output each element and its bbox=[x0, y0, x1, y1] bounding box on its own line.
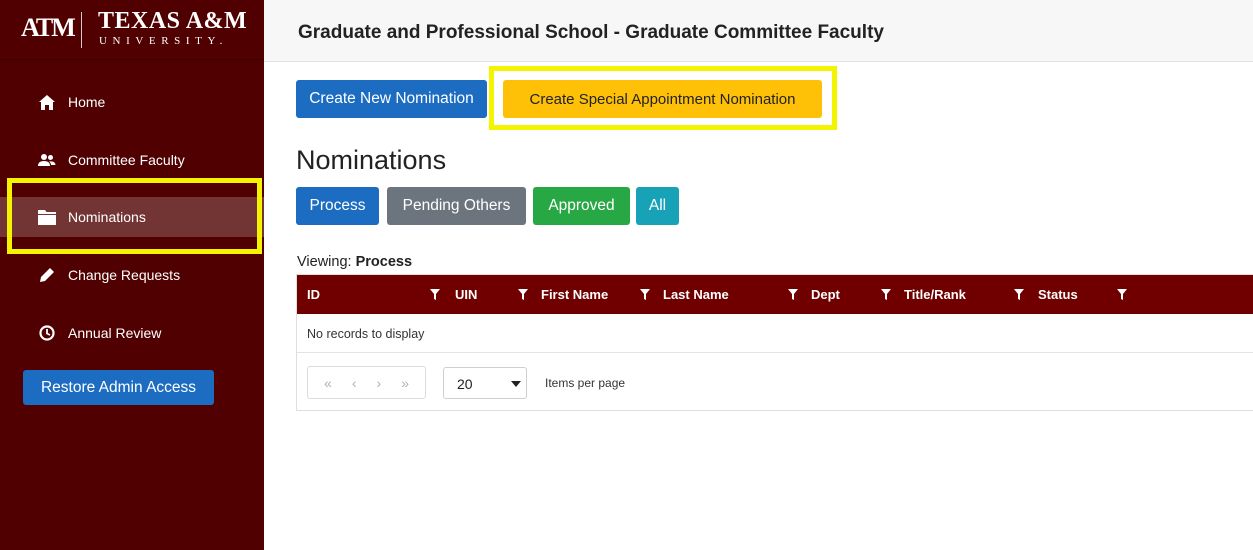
first-page-icon[interactable]: « bbox=[324, 375, 332, 391]
column-header-id[interactable]: ID bbox=[307, 287, 320, 302]
sidebar-item-label: Home bbox=[68, 94, 106, 110]
filter-all-button[interactable]: All bbox=[636, 187, 679, 225]
page-title: Nominations bbox=[296, 145, 447, 175]
page-size-select[interactable]: 20 bbox=[443, 367, 527, 399]
column-header-title-rank[interactable]: Title/Rank bbox=[904, 287, 966, 302]
filter-icon[interactable] bbox=[1014, 288, 1024, 300]
clock-icon bbox=[38, 324, 56, 342]
grid-header: ID UIN First Name Last Name Dept Title/R… bbox=[297, 275, 1253, 314]
column-header-first-name[interactable]: First Name bbox=[541, 287, 608, 302]
pager-nav-buttons: « ‹ › » bbox=[307, 366, 426, 399]
previous-page-icon[interactable]: ‹ bbox=[352, 375, 357, 391]
column-header-uin[interactable]: UIN bbox=[455, 287, 477, 302]
viewing-label: Viewing: Process bbox=[297, 254, 412, 270]
filter-pending-others-button[interactable]: Pending Others bbox=[387, 187, 526, 225]
logo-divider bbox=[81, 12, 82, 48]
sidebar-item-committee-faculty[interactable]: Committee Faculty bbox=[0, 140, 264, 180]
nominations-highlight-box bbox=[7, 178, 262, 254]
last-page-icon[interactable]: » bbox=[401, 375, 409, 391]
sidebar: ATM TEXAS A&M UNIVERSITY. Home Committee… bbox=[0, 0, 264, 550]
next-page-icon[interactable]: › bbox=[377, 375, 382, 391]
filter-icon[interactable] bbox=[430, 288, 440, 300]
home-icon bbox=[38, 93, 56, 111]
items-per-page-label: Items per page bbox=[545, 376, 626, 390]
page-size-value: 20 bbox=[457, 376, 473, 392]
logo-wordmark: TEXAS A&M bbox=[98, 8, 248, 34]
filter-icon[interactable] bbox=[881, 288, 891, 300]
sidebar-item-home[interactable]: Home bbox=[0, 82, 264, 122]
atm-logo-mark: ATM bbox=[21, 13, 76, 42]
nominations-grid: ID UIN First Name Last Name Dept Title/R… bbox=[296, 274, 1253, 411]
filter-process-button[interactable]: Process bbox=[296, 187, 379, 225]
sidebar-item-label: Annual Review bbox=[68, 325, 162, 341]
filter-icon[interactable] bbox=[640, 288, 650, 300]
grid-pager: « ‹ › » 20 Items per page bbox=[297, 352, 1253, 412]
page-header: Graduate and Professional School - Gradu… bbox=[264, 0, 1253, 62]
column-header-dept[interactable]: Dept bbox=[811, 287, 840, 302]
filter-icon[interactable] bbox=[1117, 288, 1127, 300]
viewing-value: Process bbox=[355, 254, 413, 270]
special-appointment-highlight-box bbox=[489, 66, 837, 130]
users-icon bbox=[38, 151, 56, 169]
filter-icon[interactable] bbox=[518, 288, 528, 300]
sidebar-item-change-requests[interactable]: Change Requests bbox=[0, 255, 264, 295]
sidebar-item-annual-review[interactable]: Annual Review bbox=[0, 313, 264, 353]
chevron-down-icon bbox=[511, 381, 521, 387]
restore-admin-access-button[interactable]: Restore Admin Access bbox=[23, 370, 214, 405]
header-title: Graduate and Professional School - Gradu… bbox=[298, 22, 884, 43]
column-header-status[interactable]: Status bbox=[1038, 287, 1078, 302]
sidebar-item-label: Committee Faculty bbox=[68, 152, 185, 168]
university-logo[interactable]: ATM TEXAS A&M UNIVERSITY. bbox=[0, 0, 264, 60]
column-header-last-name[interactable]: Last Name bbox=[663, 287, 729, 302]
create-new-nomination-button[interactable]: Create New Nomination bbox=[296, 80, 487, 118]
empty-grid-message: No records to display bbox=[307, 327, 425, 341]
filter-icon[interactable] bbox=[788, 288, 798, 300]
pencil-icon bbox=[38, 266, 56, 284]
sidebar-item-label: Change Requests bbox=[68, 267, 181, 283]
viewing-prefix: Viewing: bbox=[297, 254, 356, 270]
logo-subtitle: UNIVERSITY. bbox=[99, 35, 228, 47]
filter-approved-button[interactable]: Approved bbox=[533, 187, 630, 225]
